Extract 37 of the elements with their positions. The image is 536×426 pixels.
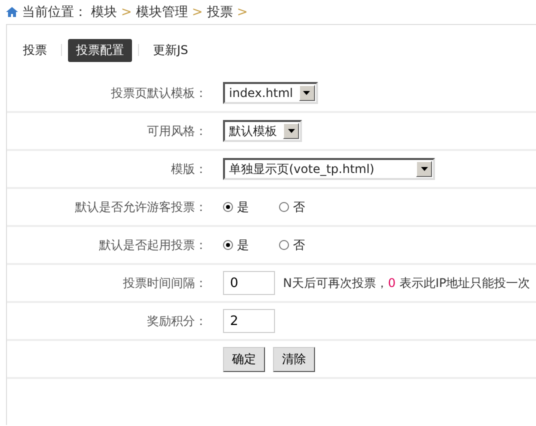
breadcrumb-separator: > [121,4,132,20]
radio-label[interactable]: 否 [293,198,305,216]
radio-button[interactable] [223,202,233,212]
field-label: 默认是否允许游客投票： [74,198,208,216]
hint-text: N天后可再次投票，0 表示此IP地址只能投一次 [283,274,530,292]
radio-button[interactable] [279,202,289,212]
field-label: 模版： [170,160,208,178]
form-button[interactable]: 确定 [223,346,265,372]
tab[interactable]: 更新JS [145,38,196,62]
caret-icon [288,129,294,133]
select-dropdown[interactable]: index.html [223,82,318,104]
field-label: 投票时间间隔： [122,274,208,292]
field-label: 默认是否起用投票： [98,236,208,254]
caret-icon [303,91,310,95]
tab[interactable]: 投票配置 [68,38,132,62]
radio-button[interactable] [279,240,289,250]
home-icon [6,6,18,18]
select-dropdown[interactable]: 单独显示页(vote_tp.html) [223,158,435,180]
tab[interactable]: 投票 [15,38,55,62]
field-label: 投票页默认模板： [110,84,208,102]
breadcrumb-link[interactable]: 模块 [91,3,117,21]
radio-label[interactable]: 是 [237,236,249,254]
input-field[interactable]: 2 [223,309,275,333]
breadcrumb-link[interactable]: 投票 [206,3,233,21]
field-label: 可用风格： [146,122,208,140]
form-button[interactable]: 清除 [273,346,315,372]
breadcrumb-link[interactable]: 模块管理 [136,3,188,21]
breadcrumb-separator: > [192,4,203,20]
radio-label[interactable]: 否 [293,236,305,254]
radio-label[interactable]: 是 [237,198,249,216]
input-field[interactable]: 0 [223,271,275,295]
radio-button[interactable] [223,240,233,250]
field-label: 奖励积分： [146,312,208,330]
breadcrumb-separator: > [236,4,248,20]
caret-icon [420,167,428,171]
select-dropdown[interactable]: 默认模板 [223,120,302,142]
breadcrumb-label: 当前位置： [22,4,87,21]
